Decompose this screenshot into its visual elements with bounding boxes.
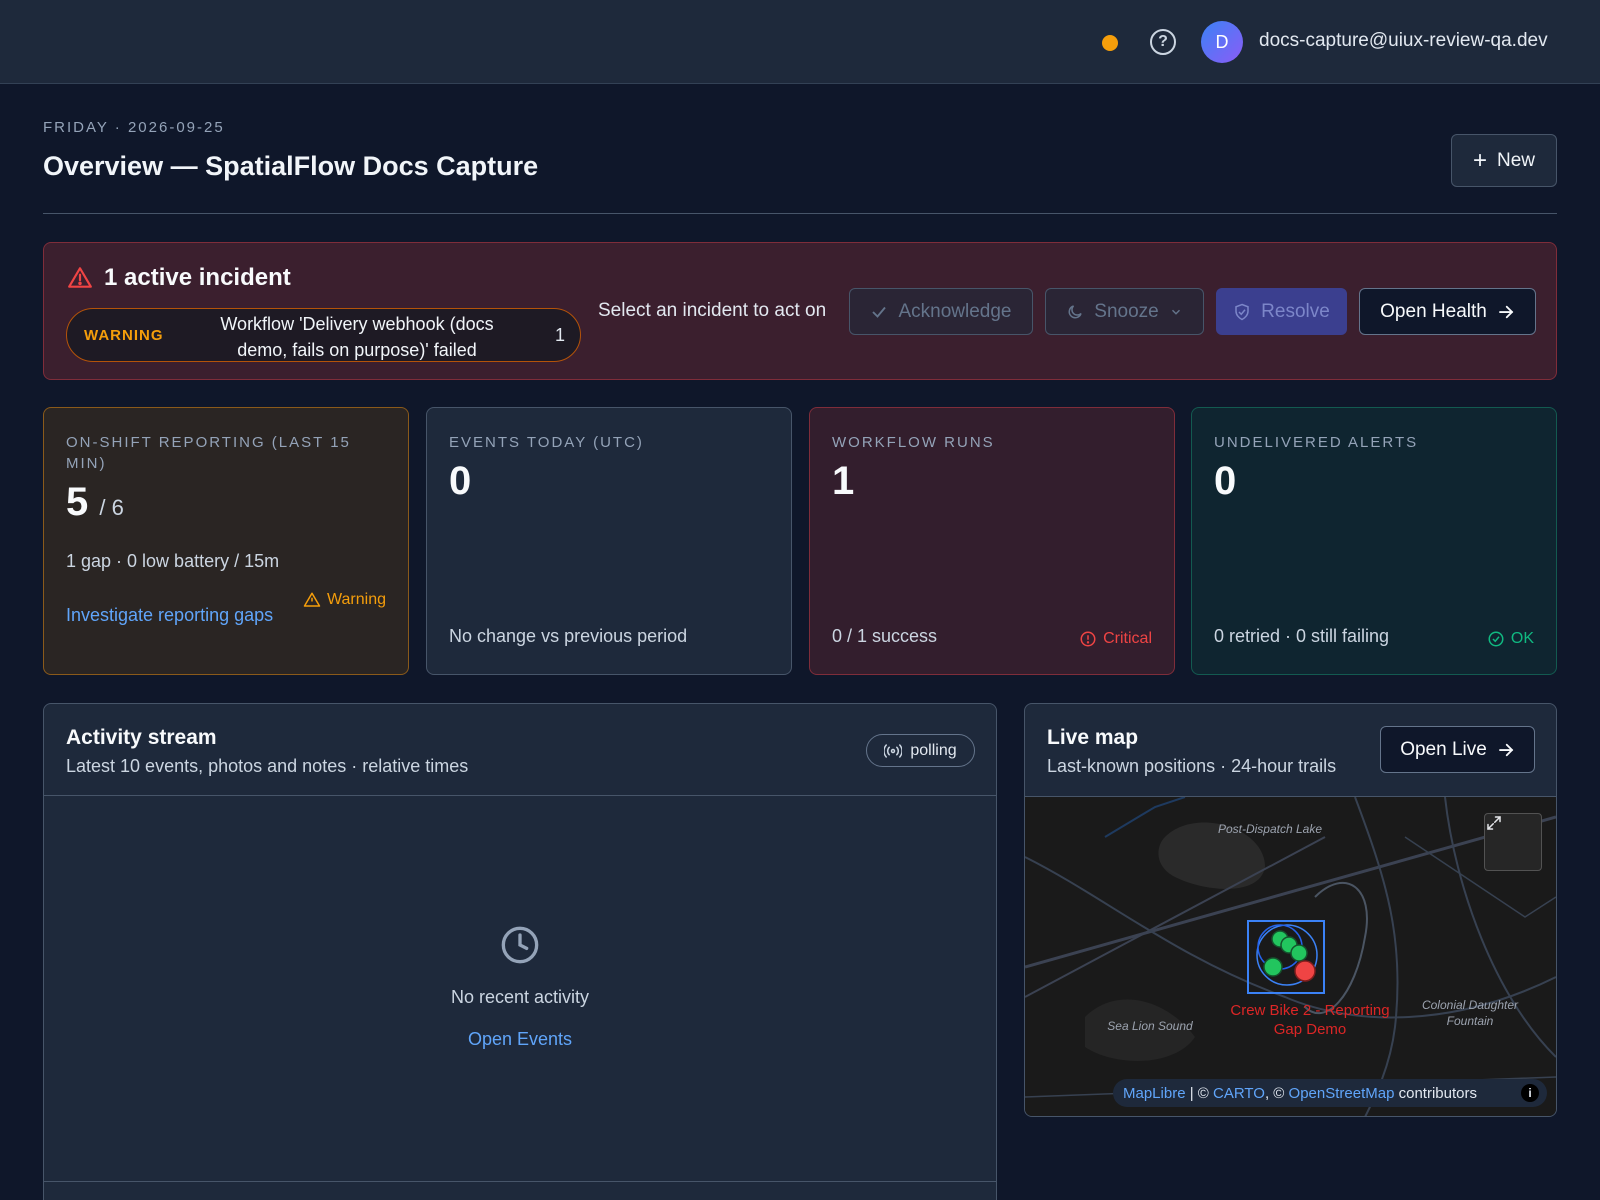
open-live-label: Open Live — [1400, 738, 1487, 760]
alert-triangle-icon — [68, 267, 92, 288]
new-button[interactable]: + New — [1451, 134, 1557, 187]
snooze-button[interactable]: Snooze — [1045, 288, 1204, 335]
card-label: WORKFLOW RUNS — [832, 434, 995, 451]
resolve-button[interactable]: Resolve — [1216, 288, 1347, 335]
status-badge: OK — [1487, 630, 1534, 648]
panel-subtitle: Latest 10 events, photos and notes · rel… — [66, 756, 469, 776]
top-bar: ? D docs-capture@uiux-review-qa.dev — [0, 0, 1600, 84]
workflow-runs-card: WORKFLOW RUNS 1 0 / 1 success Critical — [809, 407, 1175, 675]
user-email[interactable]: docs-capture@uiux-review-qa.dev — [1259, 30, 1548, 52]
resolve-label: Resolve — [1261, 300, 1330, 322]
reporting-card: ON-SHIFT REPORTING (LAST 15 MIN) 5 / 6 1… — [43, 407, 409, 675]
page-title: Overview — SpatialFlow Docs Capture — [43, 151, 539, 181]
live-map-panel: Live map Last-known positions · 24-hour … — [1024, 703, 1557, 1117]
map-attribution: MapLibre | © CARTO , © OpenStreetMap con… — [1113, 1079, 1547, 1107]
status-label: Critical — [1103, 630, 1152, 647]
shield-check-icon — [1235, 303, 1249, 320]
open-health-button[interactable]: Open Health — [1359, 288, 1536, 335]
expand-icon — [1487, 816, 1501, 830]
empty-state-text: No recent activity — [450, 987, 590, 1007]
info-icon[interactable]: i — [1521, 1084, 1539, 1102]
divider — [44, 795, 996, 796]
severity-badge: WARNING — [84, 327, 164, 344]
crew-marker-label[interactable]: Crew Bike 2 - Reporting Gap Demo — [1220, 1001, 1400, 1039]
attribution-sep: | © — [1185, 1084, 1213, 1102]
panel-title: Live map — [1047, 726, 1139, 749]
incident-title: 1 active incident — [104, 264, 291, 291]
fullscreen-button[interactable] — [1484, 813, 1542, 871]
status-badge: Warning — [303, 591, 386, 609]
card-label: ON-SHIFT REPORTING (LAST 15 MIN) — [66, 434, 351, 472]
card-value: 0 — [1214, 459, 1237, 503]
open-events-link[interactable]: Open Events — [44, 1029, 996, 1050]
plus-icon: + — [1472, 146, 1487, 174]
snooze-label: Snooze — [1094, 300, 1159, 322]
panel-subtitle: Last-known positions · 24-hour trails — [1047, 756, 1337, 776]
status-label: OK — [1510, 630, 1534, 647]
warning-icon — [303, 592, 321, 607]
investigate-link[interactable]: Investigate reporting gaps — [66, 602, 286, 628]
broadcast-icon — [884, 743, 903, 758]
card-footer: 0 / 1 success — [832, 626, 938, 646]
incident-message: Workflow 'Delivery webhook (docs demo, f… — [220, 314, 494, 360]
arrow-right-icon — [1498, 305, 1514, 318]
acknowledge-button[interactable]: Acknowledge — [849, 288, 1033, 335]
open-health-label: Open Health — [1380, 300, 1487, 322]
card-value: 5 / 6 — [66, 480, 124, 525]
alert-circle-icon — [1080, 631, 1096, 647]
open-live-button[interactable]: Open Live — [1380, 726, 1535, 773]
maplibre-link[interactable]: MapLibre — [1123, 1085, 1186, 1102]
divider — [44, 1181, 996, 1182]
card-footer: 0 retried · 0 still failing — [1214, 626, 1390, 646]
incident-count: 1 — [555, 325, 566, 345]
undelivered-alerts-card: UNDELIVERED ALERTS 0 0 retried · 0 still… — [1191, 407, 1557, 675]
activity-stream-panel: Activity stream Latest 10 events, photos… — [43, 703, 997, 1200]
events-card: EVENTS TODAY (UTC) 0 No change vs previo… — [426, 407, 792, 675]
question-circle-icon[interactable]: ? — [1150, 29, 1176, 55]
card-footer: No change vs previous period — [449, 626, 688, 646]
reporting-denominator: / 6 — [99, 495, 124, 520]
new-button-label: New — [1497, 149, 1536, 171]
date-line: FRIDAY · 2026-09-25 — [43, 119, 225, 136]
check-circle-icon — [1488, 631, 1504, 647]
arrow-right-icon — [1498, 743, 1514, 756]
acknowledge-label: Acknowledge — [898, 300, 1012, 322]
attribution-suffix: contributors — [1394, 1084, 1477, 1102]
card-value: 0 — [449, 459, 472, 503]
map-basemap — [1025, 797, 1556, 1116]
incident-prompt: Select an incident to act on — [598, 300, 827, 321]
divider — [43, 213, 1557, 214]
polling-label: polling — [910, 741, 957, 759]
card-value: 1 — [832, 459, 855, 503]
clock-icon — [501, 926, 539, 964]
moon-icon — [1068, 304, 1082, 318]
carto-link[interactable]: CARTO — [1213, 1085, 1265, 1102]
map-label-lake: Post-Dispatch Lake — [1217, 822, 1323, 836]
card-label: UNDELIVERED ALERTS — [1214, 434, 1419, 451]
map-canvas[interactable]: Post-Dispatch Lake Sea Lion Sound Coloni… — [1025, 796, 1556, 1116]
reporting-value: 5 — [66, 480, 89, 524]
attribution-sep: , © — [1264, 1084, 1289, 1102]
incident-banner: 1 active incident WARNING Workflow 'Deli… — [43, 242, 1557, 380]
status-indicator — [1102, 35, 1118, 51]
check-icon — [872, 306, 887, 318]
chevron-down-icon — [1171, 309, 1180, 315]
avatar[interactable]: D — [1201, 21, 1243, 63]
map-label-fountain: Colonial Daughter Fountain — [1421, 998, 1519, 1028]
polling-badge: polling — [866, 734, 975, 767]
card-label: EVENTS TODAY (UTC) — [449, 434, 644, 451]
status-badge: Critical — [1079, 630, 1152, 648]
reporting-detail: 1 gap · 0 low battery / 15m — [66, 551, 280, 571]
map-label-sound: Sea Lion Sound — [1107, 1019, 1193, 1033]
osm-link[interactable]: OpenStreetMap — [1289, 1085, 1395, 1102]
incident-item[interactable]: WARNING Workflow 'Delivery webhook (docs… — [66, 308, 581, 362]
panel-title: Activity stream — [66, 726, 217, 749]
status-label: Warning — [327, 591, 386, 608]
